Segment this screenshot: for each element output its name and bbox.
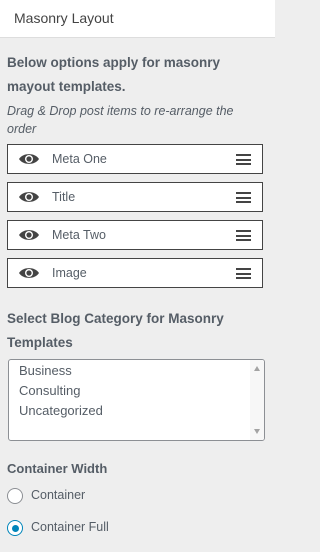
sortable-item-meta-one[interactable]: Meta One <box>7 144 263 174</box>
radio-label[interactable]: Container Full <box>31 520 109 534</box>
container-width-label: Container Width <box>7 461 108 476</box>
sortable-item-label: Meta One <box>52 152 107 166</box>
eye-icon[interactable] <box>18 190 40 204</box>
sortable-item-label: Meta Two <box>52 228 106 242</box>
category-option-consulting[interactable]: Consulting <box>19 383 80 398</box>
drag-handle-icon[interactable] <box>236 192 251 203</box>
drag-handle-icon[interactable] <box>236 268 251 279</box>
sortable-item-image[interactable]: Image <box>7 258 263 288</box>
scroll-down-arrow-icon[interactable] <box>254 429 260 434</box>
listbox-scrollbar[interactable] <box>250 360 264 440</box>
drag-handle-icon[interactable] <box>236 154 251 165</box>
category-option-business[interactable]: Business <box>19 363 72 378</box>
radio-dot <box>11 524 19 532</box>
eye-icon[interactable] <box>18 266 40 280</box>
sort-hint: Drag & Drop post items to re-arrange the… <box>7 104 234 136</box>
section-title: Masonry Layout <box>14 10 114 26</box>
category-select[interactable]: Business Consulting Uncategorized <box>8 359 265 441</box>
sortable-item-title[interactable]: Title <box>7 182 263 212</box>
radio-button[interactable] <box>7 488 23 504</box>
eye-icon[interactable] <box>18 228 40 242</box>
radio-label[interactable]: Container <box>31 488 85 502</box>
sortable-item-meta-two[interactable]: Meta Two <box>7 220 263 250</box>
category-option-uncategorized[interactable]: Uncategorized <box>19 403 103 418</box>
scroll-up-arrow-icon[interactable] <box>254 366 260 371</box>
category-label: Select Blog Category for Masonry Templat… <box>7 311 224 350</box>
sortable-item-label: Title <box>52 190 76 204</box>
options-description: Below options apply for masonry mayout t… <box>7 55 221 94</box>
section-header: Masonry Layout <box>0 0 275 38</box>
radio-button-checked[interactable] <box>7 520 23 536</box>
drag-handle-icon[interactable] <box>236 230 251 241</box>
sortable-item-label: Image <box>52 266 87 280</box>
eye-icon[interactable] <box>18 152 40 166</box>
